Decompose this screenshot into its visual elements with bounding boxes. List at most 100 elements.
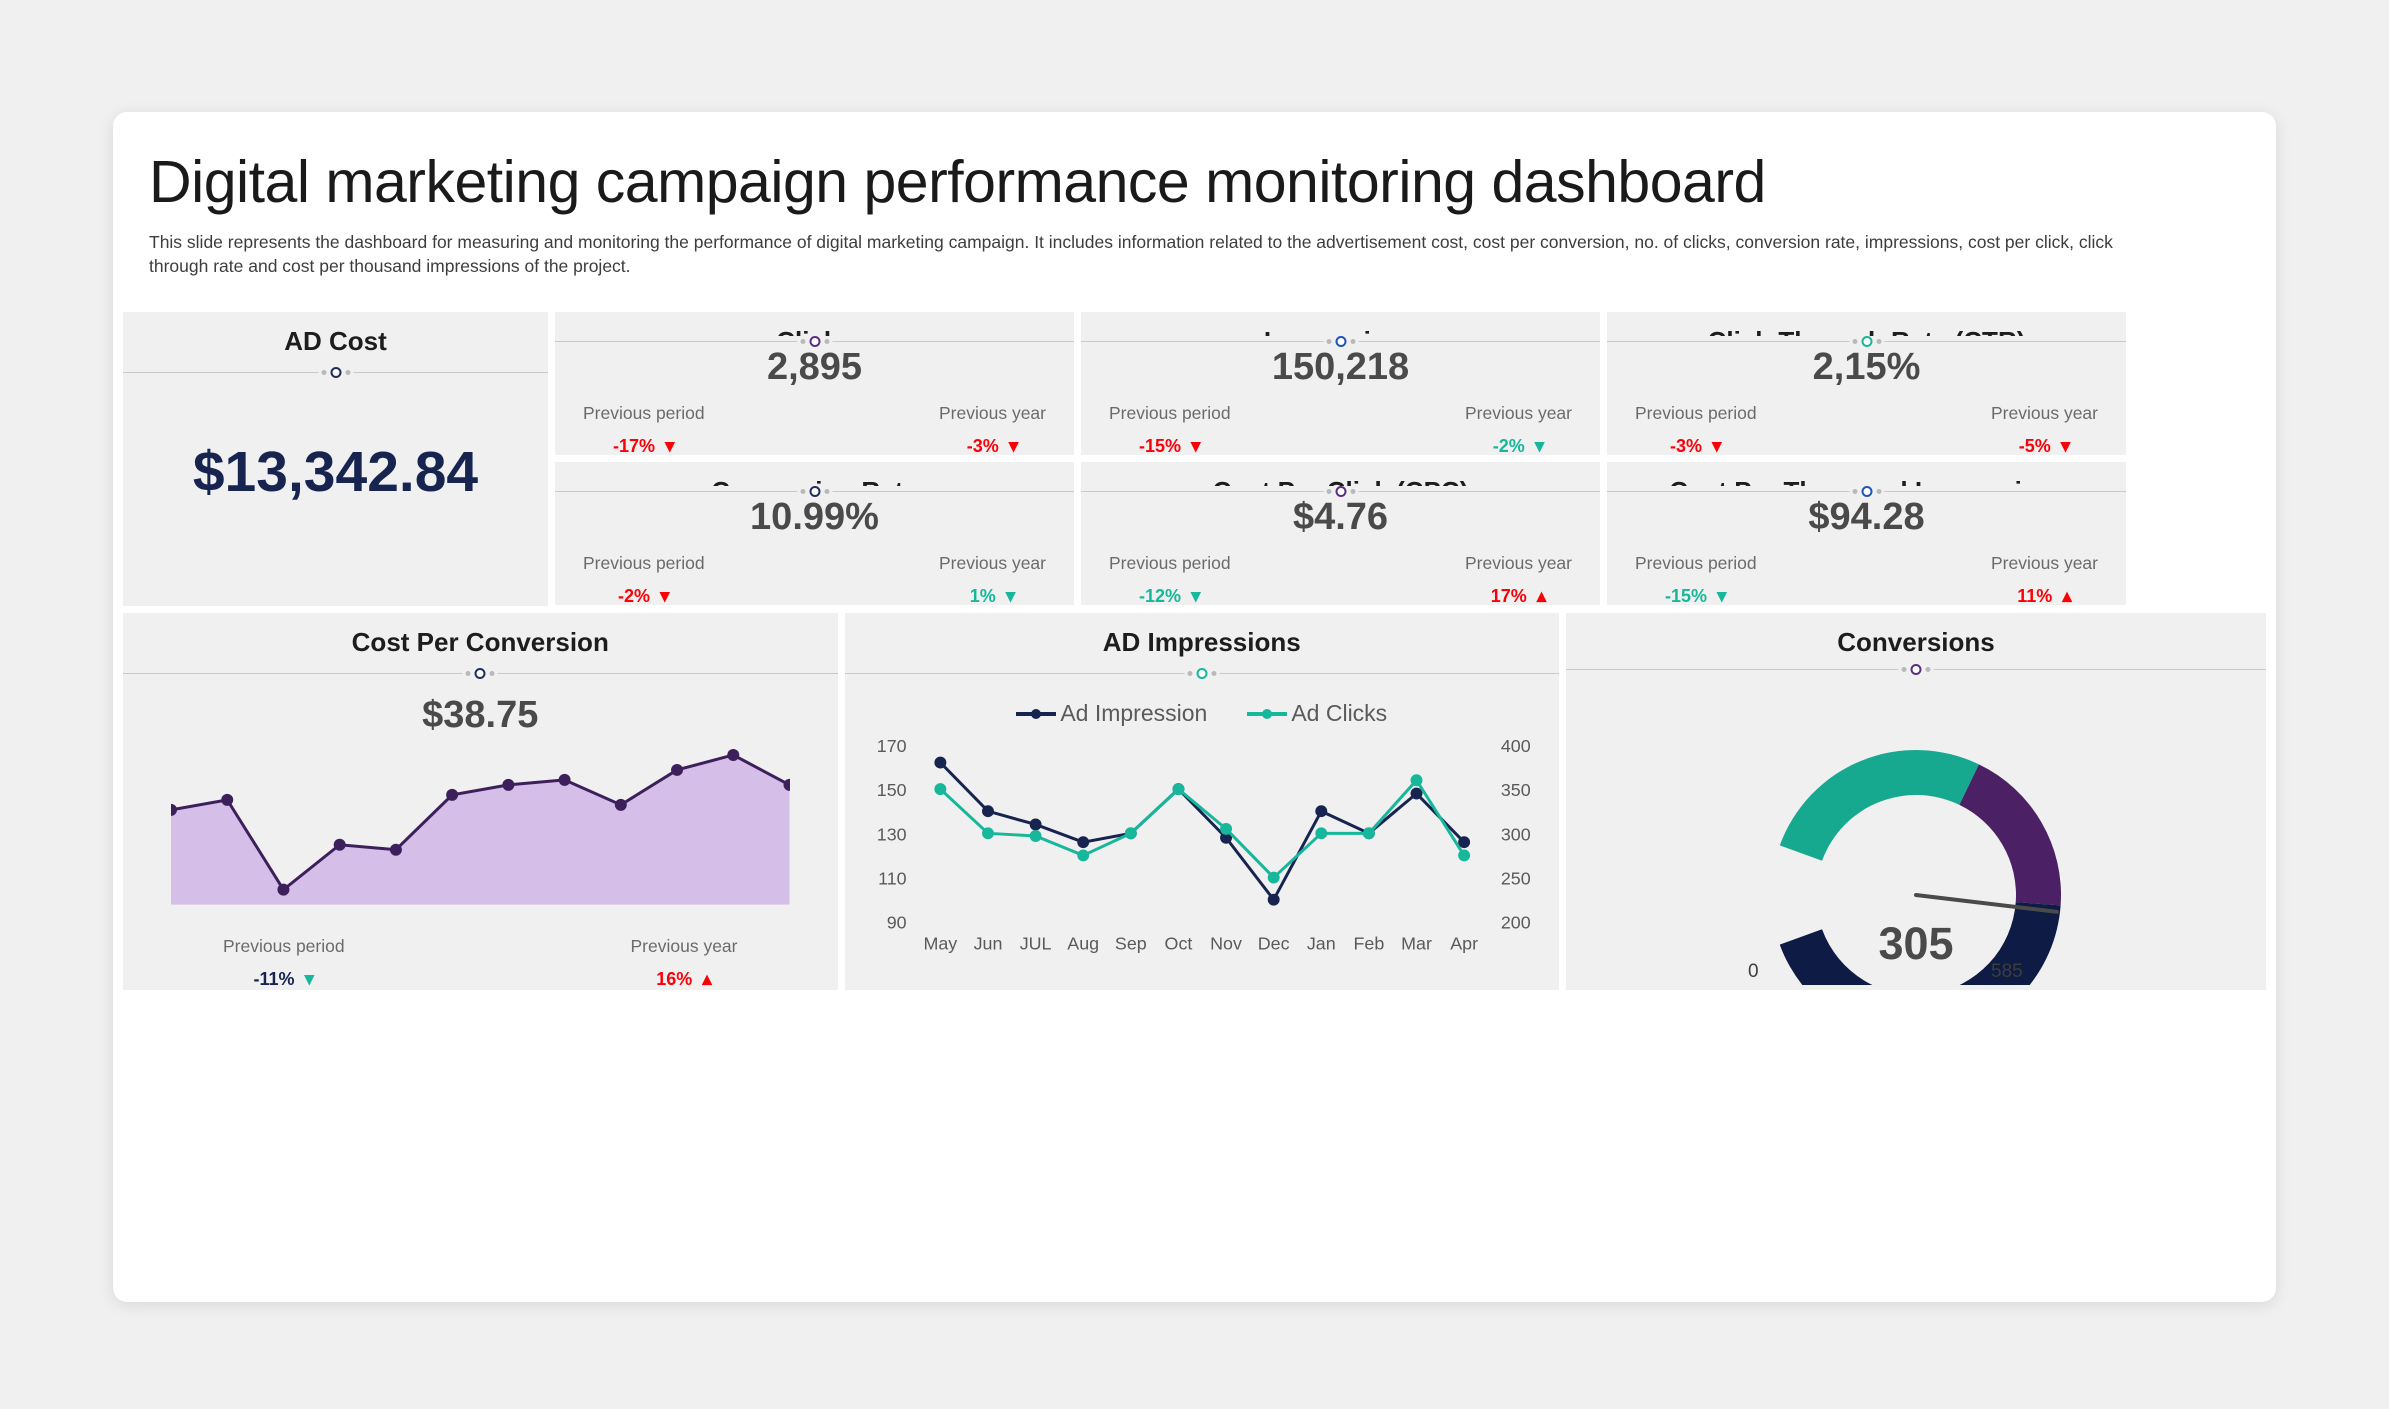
comparison-group: Previous period -12% ▾ Previous year 17% ▴: [1081, 539, 1600, 617]
card-clicks[interactable]: Clicks 2,895 Previous period: [555, 312, 1074, 457]
card-title-conversions: Conversions: [1837, 627, 1995, 657]
divider-dots: [1184, 668, 1220, 679]
dot-small-left-icon: [800, 339, 805, 344]
chevron-down-icon: ▾: [2060, 436, 2071, 457]
chevron-down-icon: ▾: [665, 436, 675, 457]
comparison-value: -2% ▾: [618, 586, 670, 607]
comparison-label: Previous year: [1991, 553, 2098, 573]
svg-text:350: 350: [1500, 780, 1530, 800]
comparison-label: Previous period: [1635, 553, 1757, 573]
comparison-value: -3% ▾: [1670, 436, 1722, 457]
dot-ring-icon: [1910, 664, 1922, 676]
comparison-previous-year: Previous year 1% ▾: [939, 553, 1046, 607]
divider-dots: [462, 668, 498, 679]
divider-dots: [1323, 486, 1358, 497]
card-title-conversion-rate: Conversion Rate: [701, 462, 928, 486]
cost-per-conversion-value: $38.75: [422, 694, 539, 736]
gauge-min-label: 0: [1748, 961, 1759, 982]
card-title-impressions: Impressions: [1254, 312, 1427, 336]
dot-ring-icon: [330, 367, 341, 378]
svg-text:150: 150: [876, 780, 906, 800]
card-ad-impressions[interactable]: AD Impressions Ad Impression Ad Clicks 9…: [844, 613, 1560, 990]
card-cost-per-thousand-impressions[interactable]: Cost Per Thousand Impressio… $94.28 P: [1607, 462, 2126, 607]
comparison-previous-year: Previous year 17% ▴: [1465, 553, 1572, 607]
comparison-previous-period: Previous period -15% ▾: [1109, 403, 1231, 457]
dot-small-right-icon: [1876, 489, 1881, 494]
dot-small-left-icon: [1852, 489, 1857, 494]
card-ad-cost[interactable]: AD Cost $13,342.84: [123, 312, 548, 606]
dot-ring-icon: [809, 486, 820, 497]
svg-text:Nov: Nov: [1210, 934, 1242, 954]
card-divider: [123, 668, 838, 680]
svg-text:Aug: Aug: [1067, 934, 1099, 954]
line-chart: 90 110 130 150 170 200 250 300 350 400 May Jun JUL Au…: [845, 727, 1560, 990]
svg-text:Jan: Jan: [1306, 934, 1335, 954]
chevron-down-icon: ▾: [1008, 436, 1019, 457]
chevron-up-icon: ▴: [2062, 586, 2072, 607]
svg-text:130: 130: [876, 824, 906, 844]
card-title-cpm: Cost Per Thousand Impressio…: [1659, 462, 2073, 486]
comparison-value: 17% ▴: [1490, 586, 1547, 607]
svg-text:110: 110: [878, 868, 907, 888]
comparison-value: -5% ▾: [2018, 436, 2071, 457]
card-cost-per-click[interactable]: Cost Per Click (CPC) $4.76 Previous p: [1081, 462, 1600, 606]
dot-small-left-icon: [321, 370, 326, 375]
comparison-previous-period: Previous period -15% ▾: [1635, 553, 1757, 607]
legend-item-ad-impression[interactable]: Ad Impression: [1016, 700, 1207, 727]
comparison-label: Previous year: [939, 553, 1046, 573]
comparison-value: 16% ▴: [656, 969, 712, 990]
dot-small-left-icon: [1326, 339, 1331, 344]
comparison-label: Previous period: [1635, 403, 1757, 423]
card-click-through-rate[interactable]: Click-Through Rate (CTR) 2,15% Previo: [1607, 312, 2126, 457]
svg-text:400: 400: [1500, 736, 1530, 756]
chevron-down-icon: ▾: [1712, 436, 1722, 457]
sparkline-chart: [123, 745, 838, 905]
legend-marker-icon: [1247, 708, 1288, 719]
card-title-cpc: Cost Per Click (CPC): [1203, 462, 1479, 486]
comparison-group: Previous period -15% ▾ Previous year -2% ▾: [1081, 389, 1600, 467]
comparison-previous-year: Previous year 16% ▴: [631, 936, 738, 990]
divider-dots: [797, 336, 832, 347]
chevron-down-icon: ▾: [1534, 436, 1545, 457]
kpi-matrix: Clicks 2,895 Previous period: [555, 312, 2126, 606]
comparison-previous-period: Previous period -2% ▾: [583, 553, 705, 607]
svg-text:170: 170: [876, 736, 906, 756]
svg-text:200: 200: [1500, 913, 1530, 933]
card-conversion-rate[interactable]: Conversion Rate 10.99% Previous perio: [555, 462, 1074, 606]
chevron-down-icon: ▾: [1717, 586, 1727, 607]
card-conversions[interactable]: Conversions 305 0 585: [1566, 613, 2266, 1040]
dot-small-right-icon: [1350, 339, 1355, 344]
dot-ring-icon: [1861, 336, 1872, 347]
dot-small-right-icon: [1876, 339, 1881, 344]
page-subtitle: This slide represents the dashboard for …: [149, 232, 2113, 277]
card-cost-per-conversion[interactable]: Cost Per Conversion $38.75 Previous peri…: [123, 613, 838, 990]
comparison-label: Previous year: [630, 936, 738, 956]
comparison-previous-year: Previous year -3% ▾: [939, 403, 1046, 457]
ad-cost-value: $13,342.84: [192, 439, 479, 504]
svg-text:May: May: [923, 934, 957, 954]
card-divider: [844, 668, 1560, 680]
dot-ring-icon: [474, 668, 486, 679]
comparison-previous-year: Previous year 11% ▴: [1991, 553, 2098, 607]
comparison-value: -2% ▾: [1492, 436, 1545, 457]
comparison-group: Previous period -2% ▾ Previous year 1% ▾: [555, 539, 1074, 617]
divider-dots: [1849, 486, 1884, 497]
comparison-label: Previous period: [1109, 403, 1231, 423]
divider-dots: [1323, 336, 1358, 347]
line-chart-svg: 90 110 130 150 170 200 250 300 350 400 May Jun JUL Au…: [876, 736, 1530, 954]
kpi-row-top: AD Cost $13,342.84 Clicks: [118, 312, 2271, 613]
comparison-value: -17% ▾: [613, 436, 675, 457]
card-impressions[interactable]: Impressions 150,218 Previous period: [1081, 312, 1600, 456]
card-title-ad-impressions: AD Impressions: [1102, 627, 1301, 657]
dot-small-left-icon: [1852, 339, 1857, 344]
comparison-previous-year: Previous year -5% ▾: [1991, 403, 2098, 457]
dashboard-grid: AD Cost $13,342.84 Clicks: [113, 312, 2276, 1040]
kpi-row-1: Clicks 2,895 Previous period: [555, 312, 2126, 457]
legend-item-ad-clicks[interactable]: Ad Clicks: [1247, 700, 1387, 727]
comparison-label: Previous year: [1465, 553, 1572, 573]
dot-small-left-icon: [465, 671, 471, 676]
chevron-down-icon: ▾: [1005, 586, 1016, 607]
dot-small-right-icon: [1925, 667, 1931, 673]
card-divider: [123, 367, 548, 379]
chevron-up-icon: ▴: [1536, 586, 1547, 607]
